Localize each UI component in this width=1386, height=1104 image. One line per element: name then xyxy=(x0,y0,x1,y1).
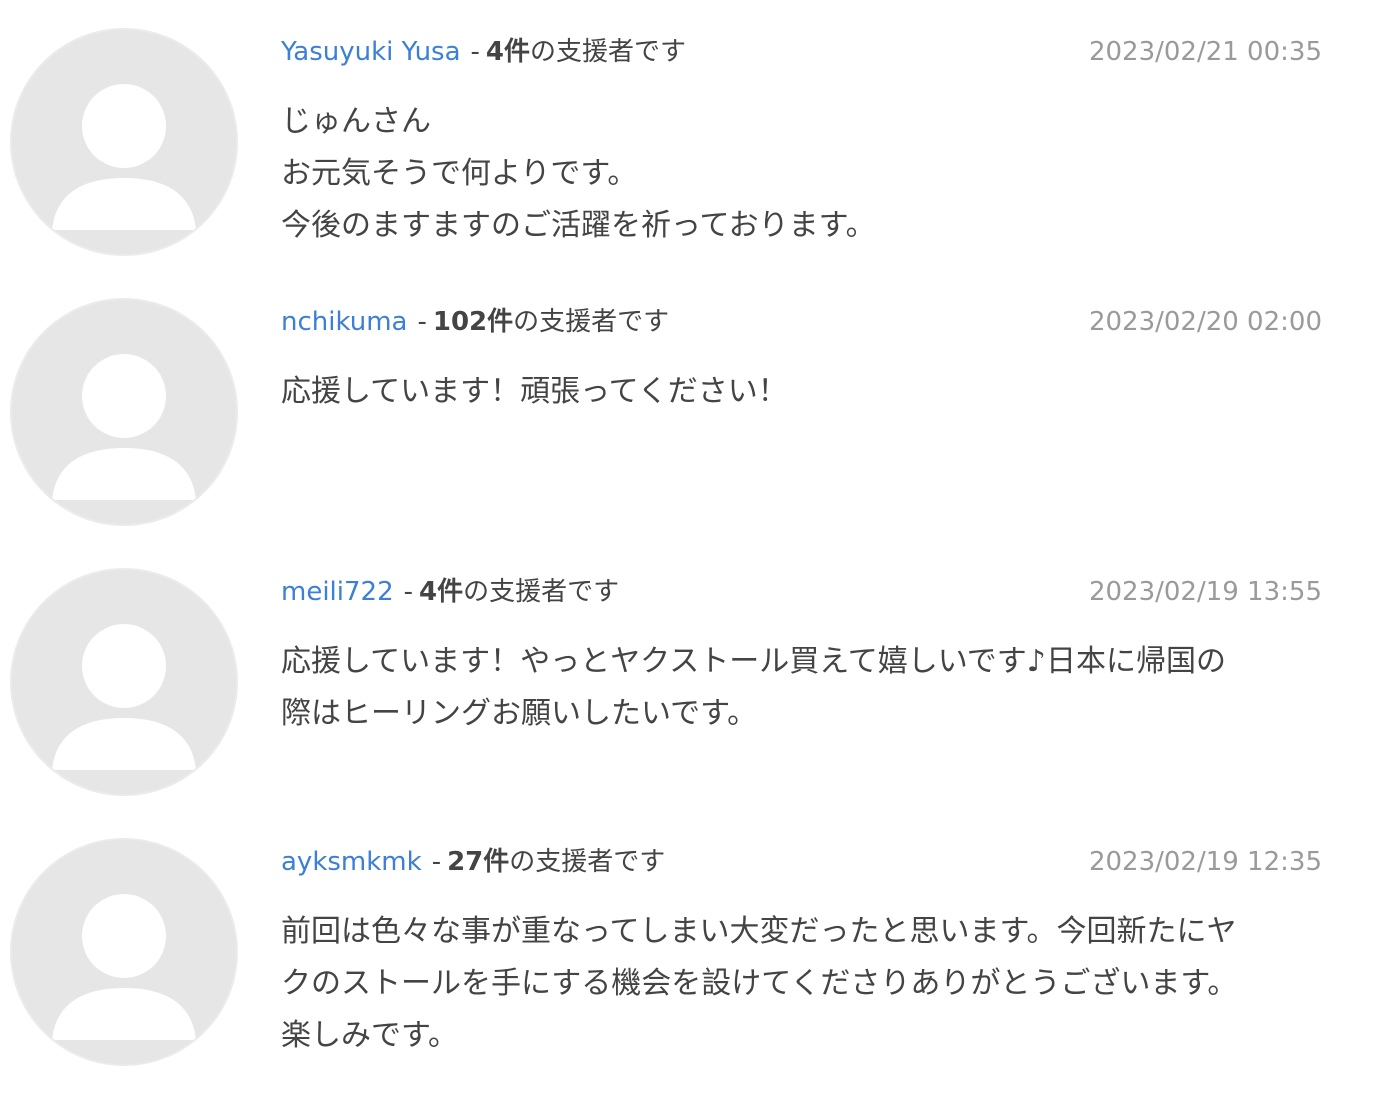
comment-date: 2023/02/19 13:55 xyxy=(1088,577,1322,607)
username-link[interactable]: ayksmkmk xyxy=(281,847,422,877)
comment-line: 楽しみです。 xyxy=(281,1018,458,1053)
comment-meta: meili722-4件の支援者です 2023/02/19 13:55 xyxy=(281,572,1322,612)
comment-line: 応援しています！頑張ってください！ xyxy=(281,374,788,409)
comment-body: 応援しています！やっとヤクストール買えて嬉しいです♪日本に帰国の 際はヒーリング… xyxy=(281,636,1311,740)
user-silhouette-icon xyxy=(52,354,196,500)
comment-meta: Yasuyuki Yusa -4件の支援者です 2023/02/21 00:35 xyxy=(281,32,1322,72)
supporter-label: の支援者です xyxy=(530,37,687,67)
separator: - xyxy=(470,37,480,67)
avatar[interactable] xyxy=(10,568,238,796)
supporter-label: の支援者です xyxy=(509,847,666,877)
support-count: 4件 xyxy=(485,37,531,67)
supporter-label: の支援者です xyxy=(463,577,620,607)
username-link[interactable]: meili722 xyxy=(281,577,394,607)
username-link[interactable]: nchikuma xyxy=(281,307,407,337)
comment-line: 今後のますますのご活躍を祈っております。 xyxy=(281,208,876,243)
avatar[interactable] xyxy=(10,28,238,256)
comment-body: じゅんさん お元気そうで何よりです。 今後のますますのご活躍を祈っております。 xyxy=(281,96,1311,252)
comment-date: 2023/02/20 02:00 xyxy=(1088,307,1322,337)
comment-line: 応援しています！やっとヤクストール買えて嬉しいです♪日本に帰国の xyxy=(281,644,1226,679)
comment-meta: ayksmkmk -27件の支援者です 2023/02/19 12:35 xyxy=(281,842,1322,882)
comment-line: お元気そうで何よりです。 xyxy=(281,156,638,191)
comment-meta: nchikuma -102件の支援者です 2023/02/20 02:00 xyxy=(281,302,1322,342)
separator: - xyxy=(431,847,442,877)
comment-item: meili722-4件の支援者です 2023/02/19 13:55 応援してい… xyxy=(0,568,1386,818)
comment-line: クのストールを手にする機会を設けてくださりありがとうございます。 xyxy=(281,966,1238,1001)
comment-item: Yasuyuki Yusa -4件の支援者です 2023/02/21 00:35 … xyxy=(0,28,1386,278)
support-count: 27件 xyxy=(447,847,510,877)
comment-item: ayksmkmk -27件の支援者です 2023/02/19 12:35 前回は色… xyxy=(0,838,1386,1088)
separator: - xyxy=(403,577,414,607)
support-count: 102件 xyxy=(432,307,514,337)
user-silhouette-icon xyxy=(52,624,196,770)
comment-line: 際はヒーリングお願いしたいです。 xyxy=(281,696,758,731)
comment-date: 2023/02/19 12:35 xyxy=(1088,847,1322,877)
user-silhouette-icon xyxy=(52,894,196,1040)
separator: - xyxy=(417,307,427,337)
comment-line: 前回は色々な事が重なってしまい大変だったと思います。今回新たにヤ xyxy=(281,914,1237,949)
comment-item: nchikuma -102件の支援者です 2023/02/20 02:00 応援し… xyxy=(0,298,1386,548)
comment-body: 応援しています！頑張ってください！ xyxy=(281,366,1311,418)
avatar[interactable] xyxy=(10,838,238,1066)
comment-body: 前回は色々な事が重なってしまい大変だったと思います。今回新たにヤ クのストールを… xyxy=(281,906,1311,1062)
comment-date: 2023/02/21 00:35 xyxy=(1088,37,1322,67)
avatar[interactable] xyxy=(10,298,238,526)
comment-line: じゅんさん xyxy=(281,104,431,139)
support-count: 4件 xyxy=(419,577,464,607)
user-silhouette-icon xyxy=(52,84,196,230)
supporter-label: の支援者です xyxy=(513,307,670,337)
username-link[interactable]: Yasuyuki Yusa xyxy=(281,37,461,67)
